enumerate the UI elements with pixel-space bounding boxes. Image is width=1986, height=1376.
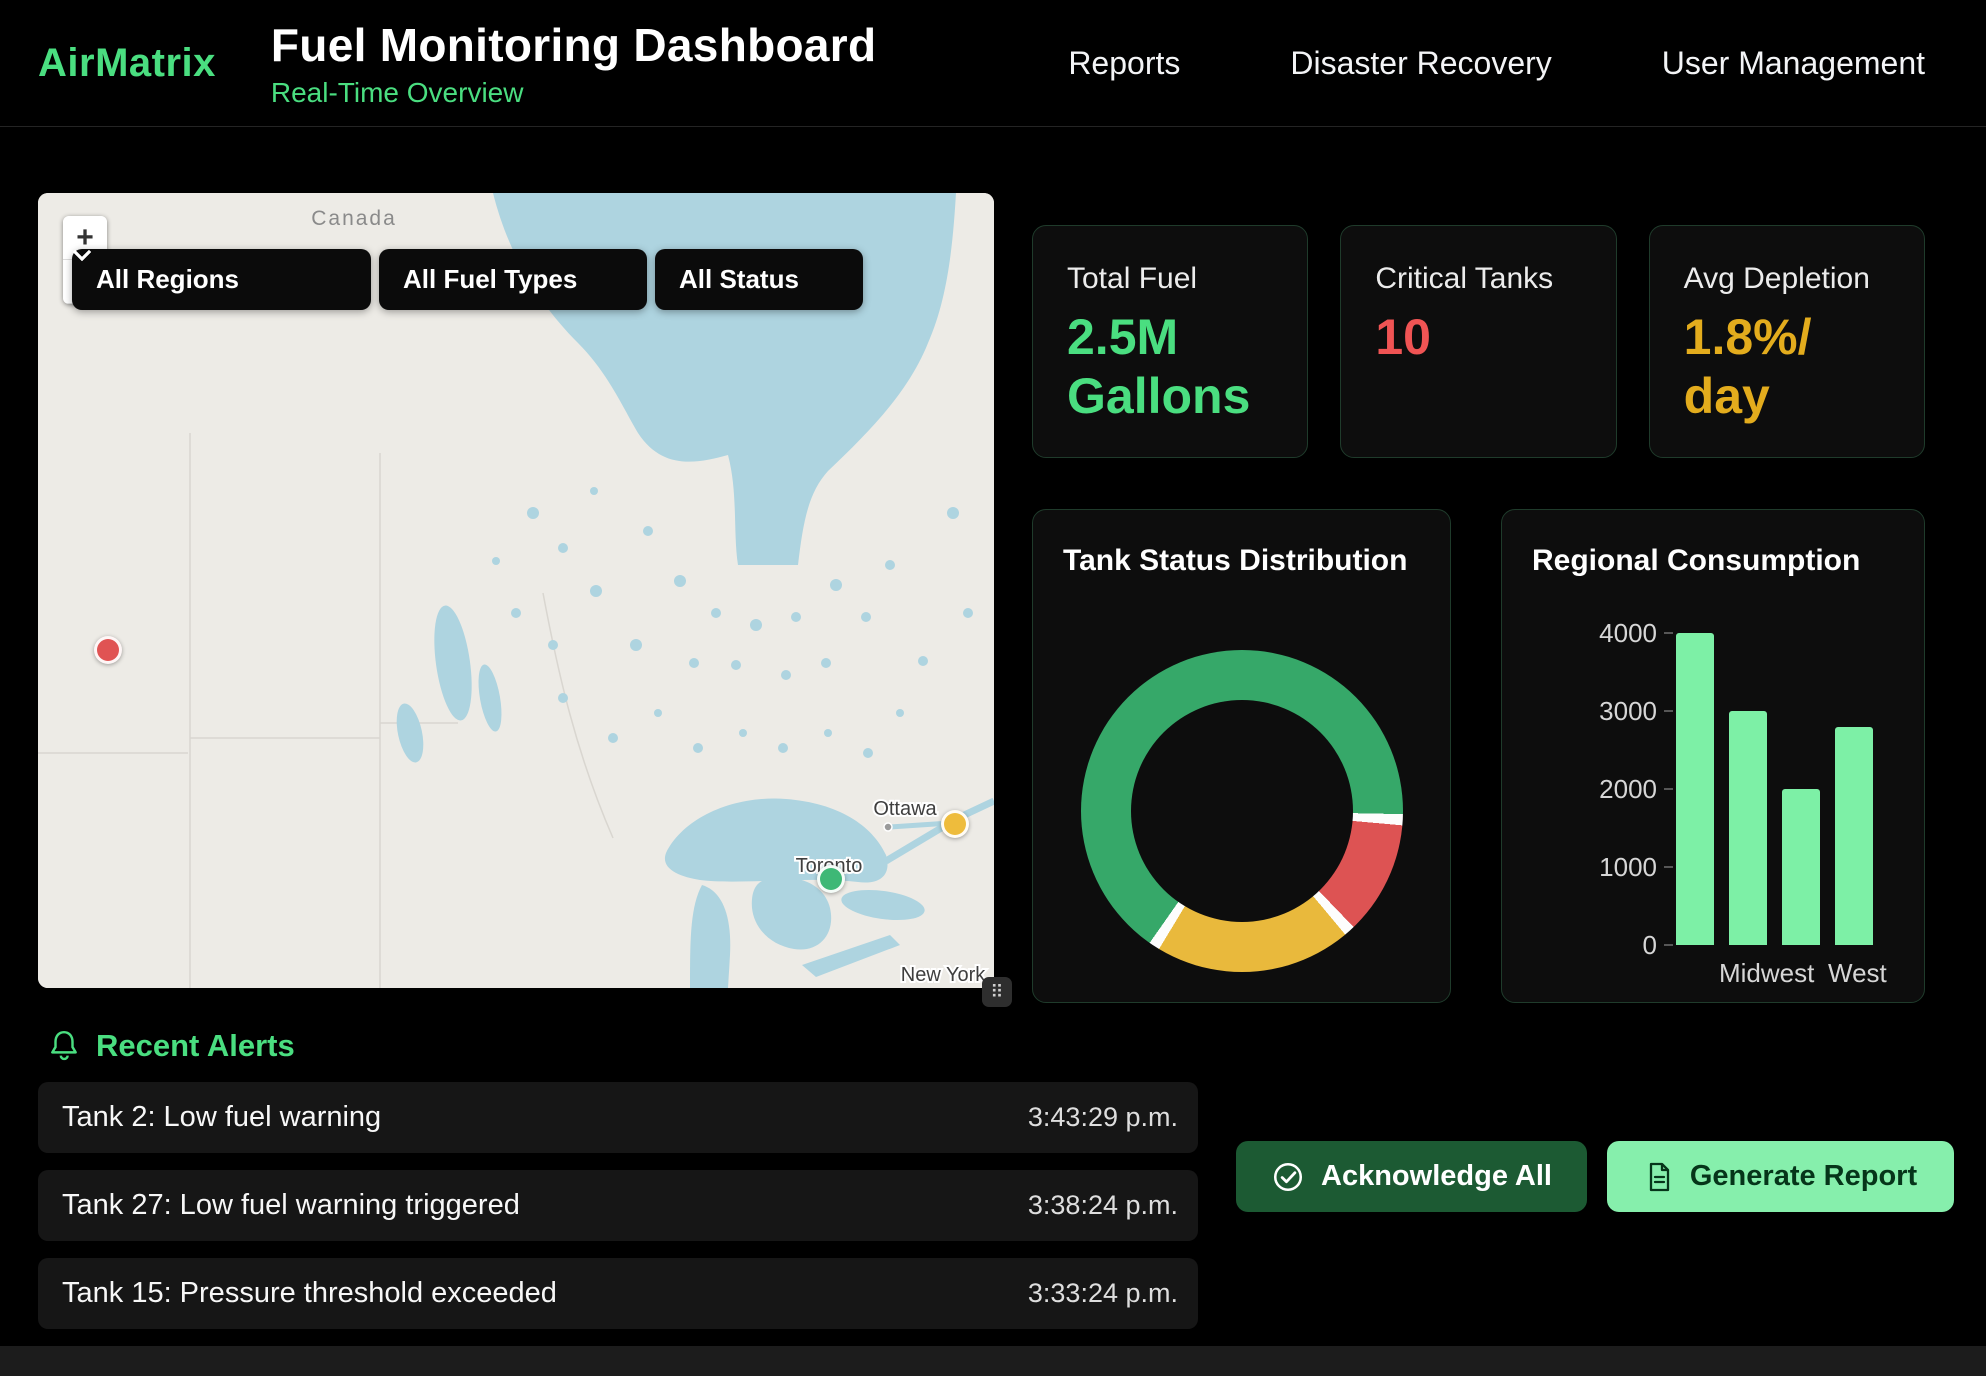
title-block: Fuel Monitoring Dashboard Real-Time Over… <box>271 18 876 109</box>
alert-time: 3:33:24 p.m. <box>1028 1278 1178 1309</box>
stat-label: Total Fuel <box>1067 262 1273 296</box>
bar-plot <box>1676 633 1873 945</box>
y-axis-tick-label: 4000 <box>1552 618 1657 648</box>
page-subtitle: Real-Time Overview <box>271 77 876 109</box>
check-circle-icon <box>1271 1160 1305 1194</box>
airmatrix-logo: AirMatrix <box>38 41 216 86</box>
y-axis-tick-mark <box>1664 710 1673 712</box>
acknowledge-all-button[interactable]: Acknowledge All <box>1236 1141 1587 1212</box>
map-marker-warning[interactable] <box>941 810 969 838</box>
header: AirMatrix Fuel Monitoring Dashboard Real… <box>0 0 1986 127</box>
status-filter-label: All Status <box>679 264 799 295</box>
bar-2 <box>1782 789 1820 945</box>
bar-xlabels: Midwest West <box>1666 958 1884 989</box>
generate-report-button[interactable]: Generate Report <box>1607 1141 1954 1212</box>
alert-time: 3:38:24 p.m. <box>1028 1190 1178 1221</box>
bar-yticks: 4000 3000 2000 1000 0 <box>1552 618 1657 960</box>
y-axis-tick-mark <box>1664 788 1673 790</box>
stat-card-critical-tanks: Critical Tanks 10 <box>1340 225 1616 458</box>
y-axis-tick-mark <box>1664 944 1673 946</box>
x-axis-label: West <box>1828 958 1884 989</box>
alert-time: 3:43:29 p.m. <box>1028 1102 1178 1133</box>
x-axis-label: Midwest <box>1719 958 1775 989</box>
stat-cards-row: Total Fuel 2.5M Gallons Critical Tanks 1… <box>1032 225 1925 458</box>
y-axis-tick-mark <box>1664 632 1673 634</box>
y-axis-tick-label: 0 <box>1552 930 1657 960</box>
nav-item-user-management[interactable]: User Management <box>1662 45 1925 82</box>
x-axis-label <box>1666 958 1719 989</box>
main-nav: Reports Disaster Recovery User Managemen… <box>1068 45 1925 82</box>
stat-label: Critical Tanks <box>1375 262 1581 296</box>
fuel-type-filter-dropdown[interactable]: All Fuel Types <box>379 249 647 310</box>
recent-alerts-heading: Recent Alerts <box>48 1028 295 1064</box>
chevron-down-icon <box>72 249 92 261</box>
donut-hole <box>1131 700 1353 922</box>
map-label-canada: Canada <box>311 207 397 230</box>
alert-message: Tank 15: Pressure threshold exceeded <box>62 1277 557 1310</box>
tank-status-card: Tank Status Distribution <box>1032 509 1451 1003</box>
tank-status-title: Tank Status Distribution <box>1033 510 1450 578</box>
ottawa-city-dot <box>884 823 892 831</box>
bar-1 <box>1729 711 1767 945</box>
y-axis-tick-label: 1000 <box>1552 852 1657 882</box>
stat-value: 10 <box>1375 308 1581 367</box>
regional-consumption-title: Regional Consumption <box>1502 510 1924 578</box>
map-marker-normal[interactable] <box>817 865 845 893</box>
acknowledge-all-label: Acknowledge All <box>1321 1160 1552 1193</box>
alert-row[interactable]: Tank 27: Low fuel warning triggered 3:38… <box>38 1170 1198 1241</box>
map-label-ottawa: Ottawa <box>873 798 937 820</box>
status-filter-dropdown[interactable]: All Status <box>655 249 863 310</box>
document-icon <box>1644 1161 1674 1193</box>
nav-item-reports[interactable]: Reports <box>1068 45 1180 82</box>
nav-item-disaster-recovery[interactable]: Disaster Recovery <box>1290 45 1551 82</box>
generate-report-label: Generate Report <box>1690 1160 1917 1193</box>
alert-row[interactable]: Tank 2: Low fuel warning 3:43:29 p.m. <box>38 1082 1198 1153</box>
page-title: Fuel Monitoring Dashboard <box>271 18 876 72</box>
stat-card-avg-depletion: Avg Depletion 1.8%/ day <box>1649 225 1925 458</box>
donut-chart <box>1081 650 1403 972</box>
y-axis-tick-label: 3000 <box>1552 696 1657 726</box>
y-axis-tick-mark <box>1664 866 1673 868</box>
recent-alerts-title: Recent Alerts <box>96 1028 295 1064</box>
map-grip-handle[interactable]: ⠿ <box>982 977 1012 1007</box>
alert-message: Tank 2: Low fuel warning <box>62 1101 381 1134</box>
bottom-bar <box>0 1346 1986 1376</box>
regional-consumption-card: Regional Consumption 4000 3000 2000 1000 0 M… <box>1501 509 1925 1003</box>
bar-3 <box>1835 727 1873 945</box>
alert-message: Tank 27: Low fuel warning triggered <box>62 1189 520 1222</box>
map-canvas[interactable]: Canada Ottawa Toronto New York <box>38 193 994 988</box>
stat-label: Avg Depletion <box>1684 262 1890 296</box>
region-filter-dropdown[interactable]: All Regions <box>72 249 371 310</box>
bell-icon <box>48 1029 80 1063</box>
fuel-type-filter-label: All Fuel Types <box>403 264 577 295</box>
map-label-new-york: New York <box>901 964 986 986</box>
stat-value: 2.5M Gallons <box>1067 308 1273 426</box>
region-filter-label: All Regions <box>96 264 239 295</box>
stat-value: 1.8%/ day <box>1684 308 1890 426</box>
x-axis-label <box>1775 958 1828 989</box>
map-marker-critical[interactable] <box>94 636 122 664</box>
alert-row[interactable]: Tank 15: Pressure threshold exceeded 3:3… <box>38 1258 1198 1329</box>
stat-card-total-fuel: Total Fuel 2.5M Gallons <box>1032 225 1308 458</box>
map-panel[interactable]: Canada Ottawa Toronto New York + − All R… <box>38 193 994 988</box>
map-filter-bar: All Regions All Fuel Types All Status <box>72 249 863 310</box>
bar-0 <box>1676 633 1714 945</box>
y-axis-tick-label: 2000 <box>1552 774 1657 804</box>
